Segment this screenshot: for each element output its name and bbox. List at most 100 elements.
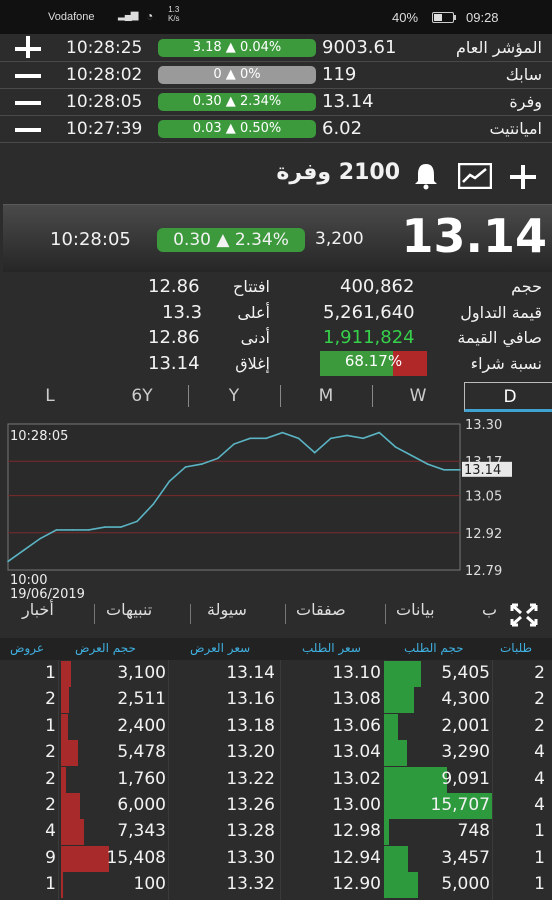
network-speed: 1.3 K/s	[168, 5, 180, 23]
order-book-row[interactable]: 9 15,408 13.30 12.94 3,457 1	[0, 845, 552, 872]
ask-orders-cell: 2	[45, 689, 56, 710]
watchlist-row[interactable]: 10:28:25 3.18 ▲ 0.04% 9003.61 المؤشر العام	[0, 35, 552, 62]
ask-price-cell: 13.14	[226, 663, 275, 683]
watchlist-price: 9003.61	[322, 37, 397, 58]
bid-orders-cell: 2	[534, 689, 545, 710]
watchlist-change-badge: 0.30 ▲ 2.34%	[158, 93, 316, 111]
price-point	[104, 526, 106, 528]
add-icon[interactable]	[510, 165, 536, 189]
order-book-row[interactable]: 1 3,100 13.14 13.10 5,405 2	[0, 661, 552, 687]
ask-price-cell: 13.20	[226, 742, 275, 763]
buy-ratio-label: نسبة شراء	[470, 354, 542, 373]
bid-price-cell: 13.00	[332, 795, 381, 815]
ask-orders-cell: 9	[45, 847, 56, 868]
traded-value-label: قيمة التداول	[460, 303, 542, 322]
bid-orders-cell: 1	[534, 821, 545, 842]
order-book-row[interactable]: 2 5,478 13.20 13.04 3,290 4	[0, 740, 552, 767]
ask-orders-cell: 4	[45, 821, 56, 842]
watchlist-row[interactable]: 10:28:05 0.30 ▲ 2.34% 13.14 وفرة	[0, 89, 552, 116]
ask-orders-cell: 1	[45, 715, 56, 736]
period-tab-y[interactable]: Y	[188, 382, 280, 412]
ask-volume-bar	[61, 793, 80, 819]
order-book-row[interactable]: 2 6,000 13.26 13.00 15,707 4	[0, 793, 552, 819]
ask-volume-cell: 2,400	[117, 715, 166, 736]
tab-liquidity[interactable]: سيولة	[207, 600, 247, 619]
watchlist-row[interactable]: 10:28:02 0 ▲ 0% 119 سابك	[0, 62, 552, 89]
period-tab-d[interactable]: D	[464, 382, 552, 412]
bid-orders-cell: 2	[534, 663, 545, 683]
watchlist-price: 13.14	[322, 91, 374, 112]
y-tick-label: 13.30	[465, 418, 502, 433]
ask-orders-cell: 2	[45, 795, 56, 815]
order-book-row[interactable]: 4 7,343 13.28 12.98 748 1	[0, 819, 552, 846]
watchlist-row[interactable]: 10:27:39 0.03 ▲ 0.50% 6.02 اميانتيت	[0, 116, 552, 143]
bid-price-cell: 12.98	[332, 821, 381, 842]
quote-price: 13.14	[401, 209, 547, 263]
y-tick-label: 12.79	[465, 564, 502, 579]
price-point	[459, 469, 461, 471]
buy-ratio-value: 68.17%	[344, 352, 403, 370]
remove-icon[interactable]	[15, 121, 41, 138]
ask-volume-bar	[61, 740, 79, 767]
bid-orders-cell: 4	[534, 768, 545, 789]
price-point	[120, 526, 122, 528]
quote-time: 10:28:05	[50, 229, 131, 250]
volume-label: حجم	[511, 277, 542, 296]
period-tab-l[interactable]: L	[4, 382, 96, 412]
price-point	[362, 437, 364, 440]
traded-value: 5,261,640	[323, 302, 415, 323]
tab-trades[interactable]: صفقات	[296, 600, 346, 619]
bell-icon[interactable]	[412, 162, 440, 190]
price-point	[7, 560, 9, 563]
ask-orders-cell: 1	[45, 663, 56, 683]
tab-news[interactable]: أخبار	[22, 600, 54, 619]
last-value-label: 13.14	[464, 463, 501, 478]
high-label: أعلى	[237, 303, 270, 322]
period-tab-w[interactable]: W	[372, 382, 464, 412]
remove-icon[interactable]	[15, 67, 41, 84]
bid-volume-cell: 748	[457, 821, 490, 842]
watchlist-name: سابك	[505, 65, 542, 84]
ask-price-cell: 13.18	[226, 715, 275, 736]
period-tab-m[interactable]: M	[280, 382, 372, 412]
price-point	[265, 437, 268, 440]
watchlist-change-badge: 0 ▲ 0%	[158, 66, 316, 84]
stock-title: 2100 وفرة	[276, 160, 400, 185]
bid-volume-cell: 9,091	[441, 768, 490, 789]
bid-price-cell: 13.08	[332, 689, 381, 710]
order-book-row[interactable]: 1 100 13.32 12.90 5,000 1	[0, 872, 552, 899]
period-tab-6y[interactable]: 6Y	[96, 382, 188, 412]
ask-volume-bar	[61, 819, 84, 846]
bid-price-cell: 13.10	[332, 663, 381, 683]
add-icon[interactable]	[15, 36, 41, 58]
tab-alerts[interactable]: تنبيهات	[106, 600, 152, 619]
ask-price-cell: 13.26	[226, 795, 275, 815]
carrier-label: Vodafone	[48, 11, 95, 23]
chart-plot-area	[7, 423, 461, 571]
ask-volume-bar	[61, 766, 67, 793]
ask-orders-header: عروض	[10, 641, 45, 655]
stock-header: 2100 وفرة	[0, 150, 552, 202]
price-point	[136, 520, 138, 523]
volume-value: 400,862	[340, 276, 415, 297]
bid-volume-header: حجم الطلب	[404, 641, 464, 655]
close-label: إغلاق	[235, 354, 270, 373]
low-label: أدنى	[240, 328, 270, 347]
expand-icon[interactable]	[510, 603, 538, 627]
chart-icon[interactable]	[458, 163, 492, 189]
bid-volume-cell: 5,405	[441, 663, 490, 683]
order-book-row[interactable]: 1 2,400 13.18 13.06 2,001 2	[0, 713, 552, 740]
bid-price-cell: 12.94	[332, 847, 381, 868]
tab-data[interactable]: بيانات	[396, 600, 435, 619]
order-book-row[interactable]: 2 2,511 13.16 13.08 4,300 2	[0, 687, 552, 714]
y-tick-label: 12.92	[465, 527, 502, 542]
remove-icon[interactable]	[15, 94, 41, 111]
bid-volume-cell: 3,290	[441, 742, 490, 763]
watchlist-price: 119	[322, 64, 357, 85]
tab-more[interactable]: ب	[482, 600, 497, 619]
watchlist-name: اميانتيت	[489, 119, 542, 138]
order-book-row[interactable]: 2 1,760 13.22 13.02 9,091 4	[0, 766, 552, 793]
price-point	[297, 437, 300, 440]
price-point	[184, 466, 187, 468]
ask-orders-cell: 1	[45, 874, 56, 895]
